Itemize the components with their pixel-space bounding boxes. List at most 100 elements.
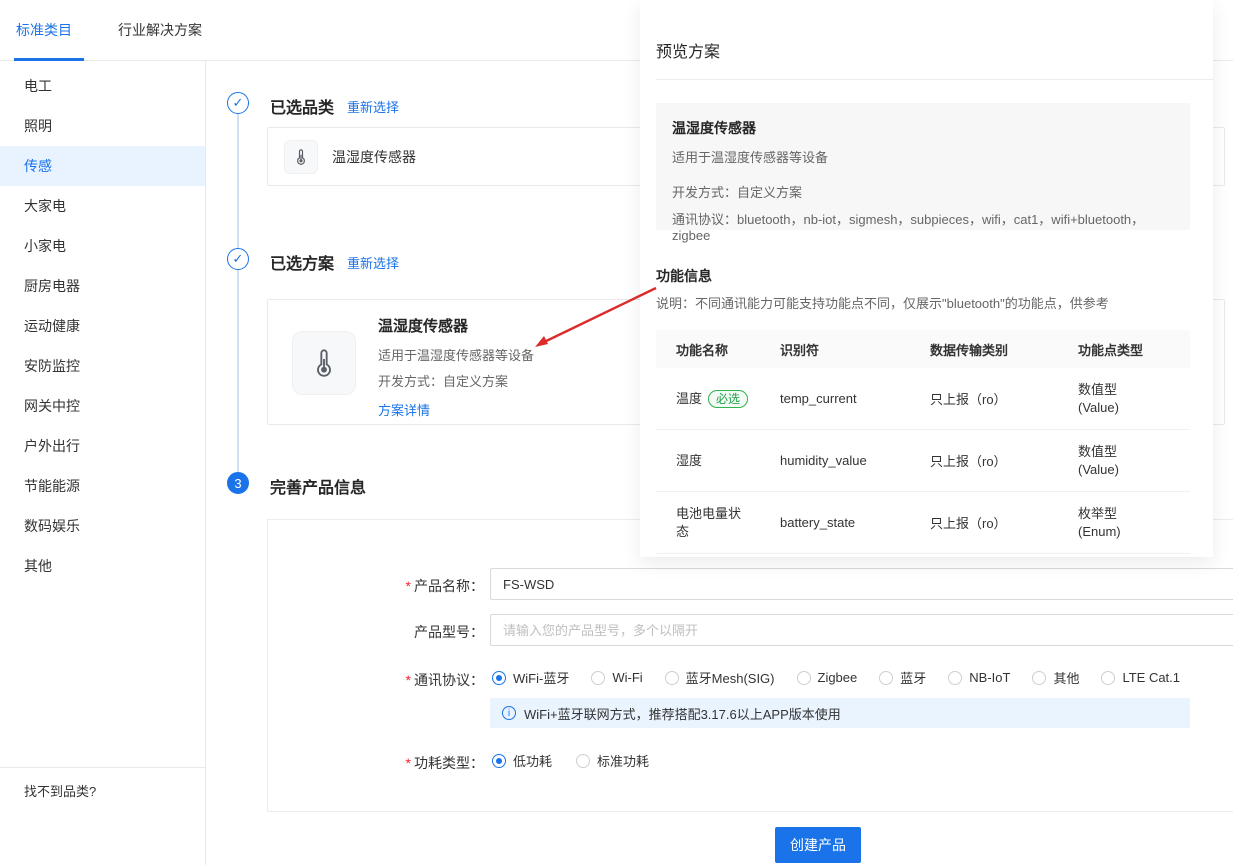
radio-icon[interactable] [576,754,590,768]
radio-icon[interactable] [948,671,962,685]
plan-description: 适用于温湿度传感器等设备 [378,345,534,364]
protocol-option-btmesh[interactable]: 蓝牙Mesh(SIG) [665,668,775,687]
sidebar-item-sport-health[interactable]: 运动健康 [0,306,205,346]
preview-plan-name: 温湿度传感器 [672,118,1174,138]
plan-name: 温湿度传感器 [378,315,534,336]
preview-plan-description: 适用于温湿度传感器等设备 [672,147,1174,166]
protocol-label: *通讯协议： [334,670,484,690]
required-badge: 必选 [708,390,748,408]
function-name-cell: 温度 必选 [656,390,760,408]
radio-selected-icon[interactable] [492,754,506,768]
power-radio-group: 低功耗 标准功耗 [492,751,649,770]
plan-info: 温湿度传感器 适用于温湿度传感器等设备 开发方式：自定义方案 方案详情 [378,315,534,420]
cannot-find-category-link[interactable]: 找不到品类? [24,781,96,800]
step1-check-icon: ✓ [227,92,249,114]
protocol-option-ltecat1[interactable]: LTE Cat.1 [1101,670,1180,685]
function-code: temp_current [760,391,910,406]
radio-icon[interactable] [1032,671,1046,685]
radio-icon[interactable] [665,671,679,685]
tab-industry-solution[interactable]: 行业解决方案 [118,20,202,40]
table-row: 湿度 humidity_value 只上报（ro） 数值型 (Value) [656,430,1190,492]
category-list: 电工 照明 传感 大家电 小家电 厨房电器 运动健康 安防监控 网关中控 户外出… [0,61,205,586]
thermometer-icon [284,140,318,174]
step2-reselect-link[interactable]: 重新选择 [347,253,399,272]
info-icon: i [502,706,516,720]
function-table-header: 功能名称 识别符 数据传输类别 功能点类型 [656,330,1190,368]
product-name-label: *产品名称： [334,576,484,596]
radio-icon[interactable] [591,671,605,685]
tab-standard-category[interactable]: 标准类目 [16,20,72,40]
sidebar-item-security[interactable]: 安防监控 [0,346,205,386]
function-table: 功能名称 识别符 数据传输类别 功能点类型 温度 必选 temp_current… [656,330,1190,554]
step3-title: 完善产品信息 [270,474,366,498]
thermometer-icon [292,331,356,395]
function-info-title: 功能信息 [656,266,712,286]
sidebar-divider [0,767,205,768]
function-name-cell: 电池电量状态 [656,505,760,541]
table-row: 电池电量状态 battery_state 只上报（ro） 枚举型 (Enum) [656,492,1190,554]
function-transfer: 只上报（ro） [910,389,1058,408]
radio-icon[interactable] [1101,671,1115,685]
sidebar-item-kitchen-appliance[interactable]: 厨房电器 [0,266,205,306]
sidebar-item-gateway[interactable]: 网关中控 [0,386,205,426]
radio-selected-icon[interactable] [492,671,506,685]
protocol-option-zigbee[interactable]: Zigbee [797,670,858,685]
protocol-radio-group: WiFi-蓝牙 Wi-Fi 蓝牙Mesh(SIG) Zigbee 蓝牙 NB-I… [492,668,1180,687]
sidebar-item-sensor[interactable]: 传感 [0,146,205,186]
step-connector-line [237,103,239,483]
step2-title: 已选方案 [270,250,334,274]
function-type: 枚举型 (Enum) [1058,505,1190,541]
protocol-option-nbiot[interactable]: NB-IoT [948,670,1010,685]
power-option-low[interactable]: 低功耗 [492,751,552,770]
create-product-page: 标准类目 行业解决方案 电工 照明 传感 大家电 小家电 厨房电器 运动健康 安… [0,0,1233,865]
function-transfer: 只上报（ro） [910,451,1058,470]
function-type: 数值型 (Value) [1058,443,1190,479]
sidebar-item-electrical[interactable]: 电工 [0,66,205,106]
sidebar-item-lighting[interactable]: 照明 [0,106,205,146]
function-code: humidity_value [760,453,910,468]
step1-title: 已选品类 [270,94,334,118]
protocol-option-bluetooth[interactable]: 蓝牙 [879,668,926,687]
plan-dev-mode: 开发方式：自定义方案 [378,371,534,390]
function-type: 数值型 (Value) [1058,381,1190,417]
plan-detail-link[interactable]: 方案详情 [378,400,430,419]
category-sidebar: 电工 照明 传感 大家电 小家电 厨房电器 运动健康 安防监控 网关中控 户外出… [0,61,206,865]
create-product-button[interactable]: 创建产品 [775,827,861,863]
protocol-option-wifi-bt[interactable]: WiFi-蓝牙 [492,668,569,687]
preview-divider [656,79,1213,80]
table-row: 温度 必选 temp_current 只上报（ro） 数值型 (Value) [656,368,1190,430]
power-option-standard[interactable]: 标准功耗 [576,751,649,770]
function-name-cell: 湿度 [656,452,760,470]
step3-number-badge: 3 [227,472,249,494]
selected-category-name: 温湿度传感器 [332,147,416,167]
sidebar-item-outdoor[interactable]: 户外出行 [0,426,205,466]
radio-icon[interactable] [879,671,893,685]
protocol-hint-banner: i WiFi+蓝牙联网方式，推荐搭配3.17.6以上APP版本使用 [490,698,1190,728]
function-transfer: 只上报（ro） [910,513,1058,532]
required-asterisk: * [406,755,411,771]
required-asterisk: * [406,578,411,594]
product-model-label: 产品型号： [334,622,484,642]
sidebar-item-energy[interactable]: 节能能源 [0,466,205,506]
function-info-note: 说明：不同通讯能力可能支持功能点不同，仅展示"bluetooth"的功能点，供参… [656,293,1109,312]
protocol-option-other[interactable]: 其他 [1032,668,1079,687]
product-name-input[interactable] [490,568,1233,600]
preview-summary-box: 温湿度传感器 适用于温湿度传感器等设备 开发方式：自定义方案 通讯协议：blue… [656,103,1190,230]
function-code: battery_state [760,515,910,530]
sidebar-item-large-appliance[interactable]: 大家电 [0,186,205,226]
protocol-hint-text: WiFi+蓝牙联网方式，推荐搭配3.17.6以上APP版本使用 [524,704,841,723]
sidebar-item-others[interactable]: 其他 [0,546,205,586]
preview-dev-mode: 开发方式：自定义方案 [672,182,1174,201]
sidebar-item-entertainment[interactable]: 数码娱乐 [0,506,205,546]
preview-protocols: 通讯协议：bluetooth，nb-iot，sigmesh，subpieces，… [672,209,1174,243]
power-type-label: *功耗类型： [334,753,484,773]
radio-icon[interactable] [797,671,811,685]
product-model-input[interactable] [490,614,1233,646]
protocol-option-wifi[interactable]: Wi-Fi [591,670,642,685]
preview-title: 预览方案 [656,38,720,62]
step2-check-icon: ✓ [227,248,249,270]
sidebar-item-small-appliance[interactable]: 小家电 [0,226,205,266]
required-asterisk: * [406,672,411,688]
step1-reselect-link[interactable]: 重新选择 [347,97,399,116]
plan-preview-panel: 预览方案 温湿度传感器 适用于温湿度传感器等设备 开发方式：自定义方案 通讯协议… [640,0,1213,557]
